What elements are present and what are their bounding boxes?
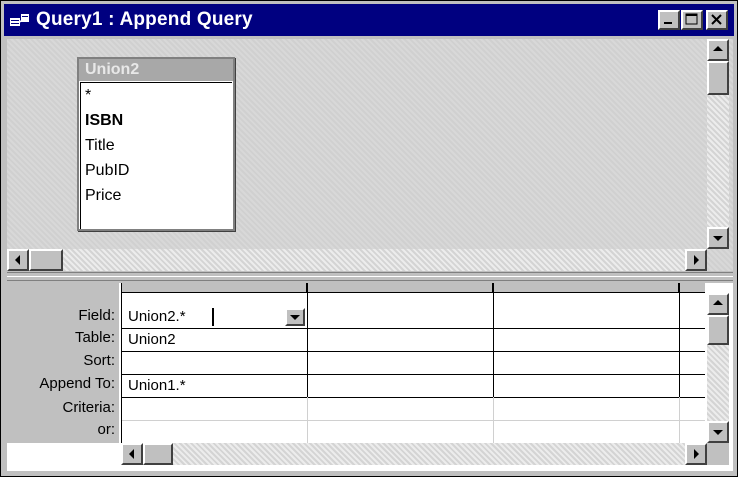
grid-line	[493, 397, 494, 443]
grid-line	[679, 283, 680, 397]
field-list-item[interactable]: PubID	[81, 158, 232, 183]
close-button[interactable]	[706, 10, 728, 30]
row-label-criteria: Criteria:	[62, 399, 115, 416]
scroll-right-button[interactable]	[685, 443, 707, 465]
scroll-right-button[interactable]	[685, 249, 707, 271]
field-list: * ISBN Title PubID Price	[80, 82, 232, 229]
size-grip[interactable]	[707, 443, 729, 465]
scroll-up-button[interactable]	[707, 293, 729, 315]
chevron-down-icon	[290, 315, 300, 320]
criteria-cell[interactable]	[122, 398, 307, 420]
window-title: Query1 : Append Query	[36, 9, 253, 30]
maximize-button[interactable]	[681, 10, 703, 30]
field-list-item[interactable]: *	[81, 83, 232, 108]
grid-line	[307, 397, 308, 443]
maximize-icon	[685, 13, 698, 25]
scroll-down-button[interactable]	[707, 227, 729, 249]
column-selector[interactable]	[121, 283, 307, 293]
arrow-down-icon	[713, 430, 723, 435]
row-label-table: Table:	[74, 329, 115, 346]
arrow-up-icon	[713, 300, 723, 305]
upper-horizontal-scrollbar[interactable]	[7, 249, 707, 271]
arrow-right-icon	[694, 255, 699, 265]
minimize-icon	[664, 22, 672, 24]
scroll-thumb[interactable]	[707, 61, 729, 95]
scroll-left-button[interactable]	[7, 249, 29, 271]
arrow-left-icon	[15, 255, 20, 265]
column-selector[interactable]	[679, 283, 705, 293]
scroll-thumb[interactable]	[143, 443, 173, 465]
field-cell[interactable]: Union2.*	[122, 306, 282, 328]
upper-vertical-scrollbar[interactable]	[707, 39, 729, 249]
field-list-item[interactable]: Title	[81, 133, 232, 158]
field-list-title[interactable]: Union2	[79, 59, 233, 81]
design-grid-pane: Field: Table: Sort: Append To: Criteria:…	[7, 283, 733, 471]
row-label-append-to: Append To:	[39, 375, 115, 392]
column-selector[interactable]	[307, 283, 493, 293]
grid-line	[679, 397, 680, 443]
field-list-item-key[interactable]: ISBN	[81, 108, 232, 133]
grid-horizontal-scrollbar[interactable]	[121, 443, 707, 465]
query-window: Query1 : Append Query Union2 * ISBN Titl	[0, 0, 738, 477]
row-label-field: Field:	[78, 307, 115, 324]
table-cell[interactable]: Union2	[122, 329, 307, 351]
scroll-down-button[interactable]	[707, 421, 729, 443]
grid-line	[307, 283, 308, 397]
minimize-button[interactable]	[658, 10, 680, 30]
text-caret	[212, 308, 214, 326]
arrow-right-icon	[694, 449, 699, 459]
sort-cell[interactable]	[122, 352, 307, 374]
scroll-thumb[interactable]	[707, 315, 729, 345]
table-pane[interactable]: Union2 * ISBN Title PubID Price	[7, 39, 733, 271]
row-label-or: or:	[97, 421, 115, 438]
scroll-left-button[interactable]	[121, 443, 143, 465]
arrow-up-icon	[713, 46, 723, 51]
title-bar[interactable]: Query1 : Append Query	[4, 4, 734, 36]
scroll-up-button[interactable]	[707, 39, 729, 61]
query-window-icon	[10, 14, 29, 26]
pane-splitter[interactable]	[7, 272, 733, 281]
field-list-union2[interactable]: Union2 * ISBN Title PubID Price	[77, 57, 235, 231]
row-label-sort: Sort:	[83, 352, 115, 369]
grid-vertical-scrollbar[interactable]	[707, 293, 729, 443]
close-icon	[711, 14, 722, 25]
or-cell[interactable]	[122, 421, 307, 443]
append-to-cell[interactable]: Union1.*	[122, 375, 307, 397]
column-selector[interactable]	[493, 283, 679, 293]
arrow-down-icon	[713, 236, 723, 241]
grid-line	[493, 283, 494, 397]
design-grid[interactable]: Union2.* Union2 Union1.*	[121, 283, 705, 443]
field-dropdown-button[interactable]	[285, 308, 305, 326]
field-list-item[interactable]: Price	[81, 183, 232, 208]
arrow-left-icon	[129, 449, 134, 459]
row-labels: Field: Table: Sort: Append To: Criteria:…	[7, 283, 119, 443]
scroll-thumb[interactable]	[29, 249, 63, 271]
